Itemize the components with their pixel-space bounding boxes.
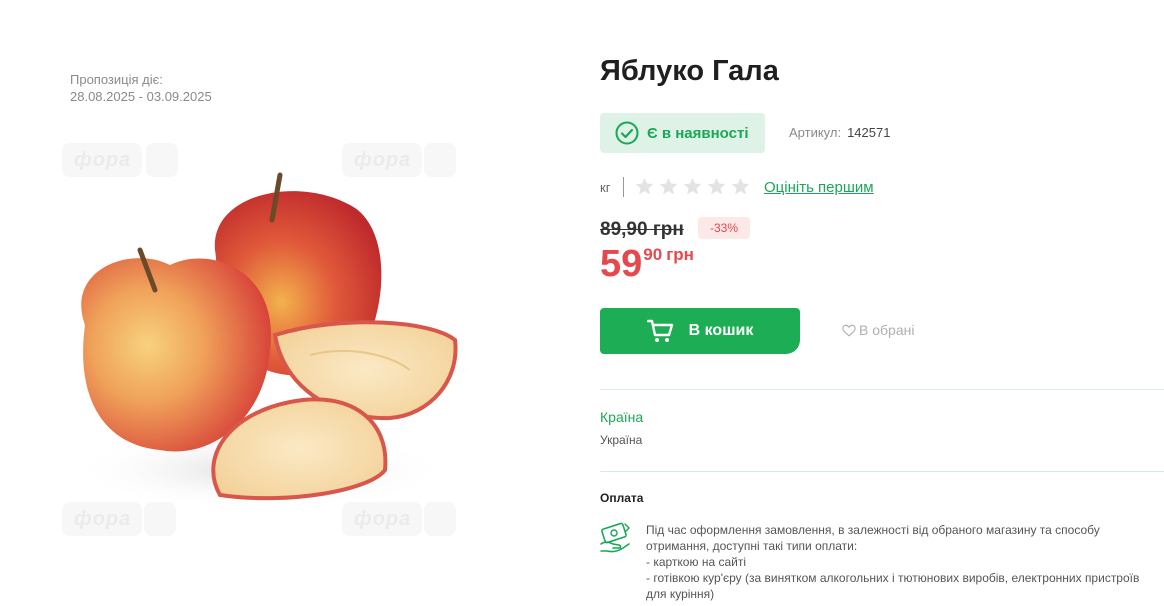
payment-line: - готівкою кур'єру (за винятком алкоголь… (646, 571, 1140, 585)
favorite-label: В обрані (859, 322, 915, 338)
payment-line: для куріння) (646, 587, 715, 601)
favorite-button[interactable]: В обрані (842, 322, 914, 338)
divider (600, 389, 1164, 390)
apples-photo (70, 172, 458, 510)
discount-badge: -33% (698, 217, 750, 239)
payment-icon (600, 522, 630, 553)
offer-dates: 28.08.2025 - 03.09.2025 (70, 89, 212, 104)
payment-line: Під час оформлення замовлення, в залежно… (646, 523, 1100, 537)
check-circle-icon (615, 121, 639, 145)
sku-label: Артикул: (789, 125, 842, 140)
stock-status: Є в наявності (647, 124, 749, 142)
divider (623, 177, 624, 197)
country-label: Країна (600, 409, 644, 425)
offer-label: Пропозиція діє: (70, 72, 163, 87)
product-image: фора фора фора фора (60, 140, 460, 540)
payment-info: Під час оформлення замовлення, в залежно… (646, 522, 1164, 602)
sku: Артикул: 142571 (789, 125, 890, 140)
current-price: 5990 грн (600, 243, 694, 286)
add-to-cart-button[interactable]: В кошик (600, 308, 800, 354)
sku-value: 142571 (847, 125, 891, 140)
price-currency: грн (666, 245, 694, 264)
star-icon[interactable] (706, 176, 727, 197)
unit-label: кг (600, 180, 611, 195)
offer-period: Пропозиція діє: 28.08.2025 - 03.09.2025 (70, 71, 212, 105)
old-price: 89,90 грн (600, 219, 684, 240)
payment-line: отримання, доступні такі типи оплати: (646, 539, 858, 553)
payment-line: - карткою на сайті (646, 555, 746, 569)
price-decimal: 90 (643, 245, 663, 264)
star-icon[interactable] (658, 176, 679, 197)
product-title: Яблуко Гала (600, 55, 779, 87)
rate-first-link[interactable]: Оцініть першим (764, 179, 874, 196)
rating-stars[interactable] (634, 176, 751, 197)
payment-heading: Оплата (600, 491, 644, 505)
cart-icon (646, 319, 673, 342)
country-value: Україна (600, 433, 643, 447)
stock-badge: Є в наявності (600, 113, 765, 153)
star-icon[interactable] (634, 176, 655, 197)
star-icon[interactable] (682, 176, 703, 197)
divider (600, 471, 1164, 472)
star-icon[interactable] (730, 176, 751, 197)
heart-icon (842, 324, 856, 336)
add-to-cart-label: В кошик (688, 322, 754, 339)
price-integer: 59 (600, 243, 643, 285)
